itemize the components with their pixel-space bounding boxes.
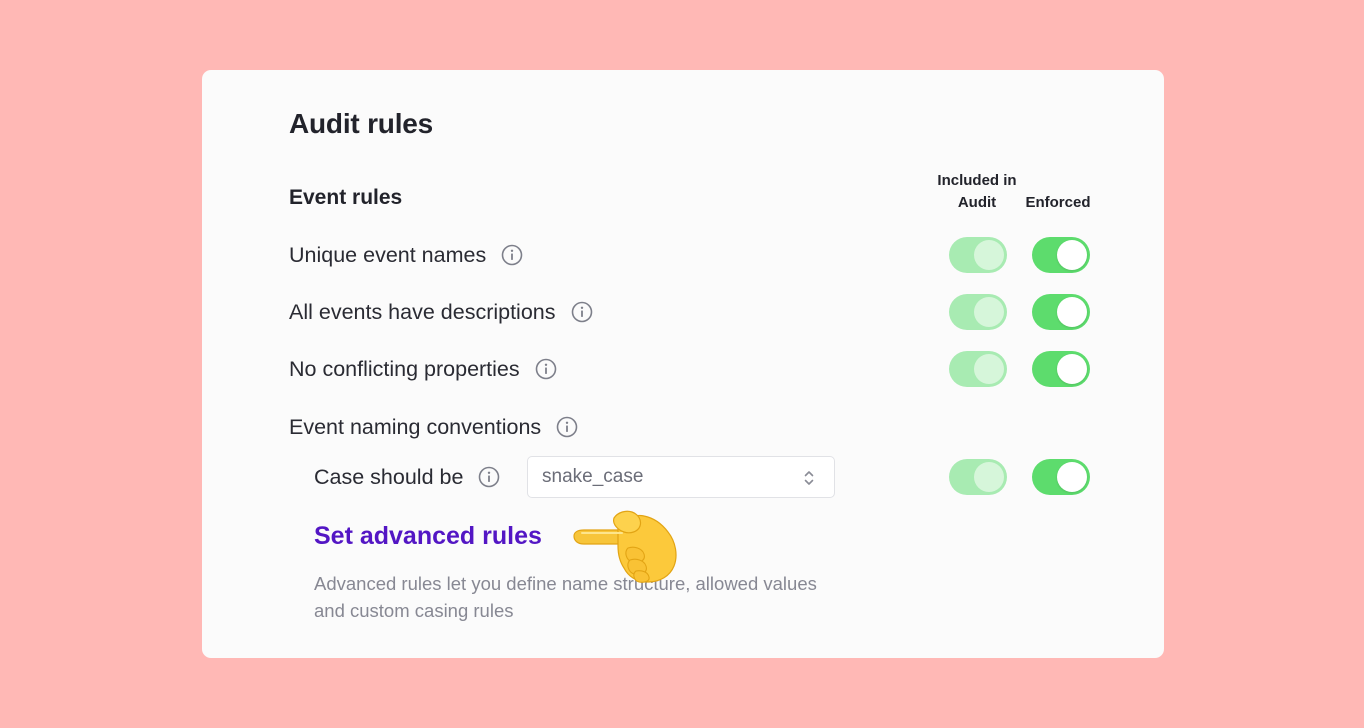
info-icon[interactable] xyxy=(478,466,500,488)
toggle-included-all-events-have-descriptions[interactable] xyxy=(949,294,1007,330)
section-title: Event rules xyxy=(289,186,403,209)
case-select[interactable]: snake_case xyxy=(527,456,835,498)
toggle-enforced-case-should-be[interactable] xyxy=(1032,459,1090,495)
column-header-included: Included in Audit xyxy=(937,172,1017,211)
page-title: Audit rules xyxy=(289,108,434,139)
set-advanced-rules-link[interactable]: Set advanced rules xyxy=(314,522,542,551)
info-icon[interactable] xyxy=(571,301,593,323)
info-icon[interactable] xyxy=(556,416,578,438)
case-select-value: snake_case xyxy=(542,466,644,487)
rule-row-unique-event-names: Unique event names xyxy=(289,238,523,272)
toggle-knob xyxy=(1057,462,1087,492)
rule-label: Event naming conventions xyxy=(289,414,542,439)
toggle-included-case-should-be[interactable] xyxy=(949,459,1007,495)
toggle-enforced-no-conflicting-properties[interactable] xyxy=(1032,351,1090,387)
rule-label: No conflicting properties xyxy=(289,356,520,381)
info-icon[interactable] xyxy=(535,358,557,380)
toggle-included-no-conflicting-properties[interactable] xyxy=(949,351,1007,387)
rule-label: Case should be xyxy=(314,464,464,489)
rule-row-no-conflicting-properties: No conflicting properties xyxy=(289,352,557,386)
toggle-knob xyxy=(974,354,1004,384)
toggle-knob xyxy=(1057,240,1087,270)
toggle-knob xyxy=(1057,297,1087,327)
info-icon[interactable] xyxy=(501,244,523,266)
audit-rules-card: Audit rules Event rules Included in Audi… xyxy=(202,70,1164,658)
rule-row-case-should-be: Case should be xyxy=(314,460,500,494)
chevron-up-down-icon xyxy=(802,469,816,492)
toggle-included-unique-event-names[interactable] xyxy=(949,237,1007,273)
toggle-enforced-unique-event-names[interactable] xyxy=(1032,237,1090,273)
rule-row-all-events-have-descriptions: All events have descriptions xyxy=(289,295,593,329)
toggle-knob xyxy=(1057,354,1087,384)
toggle-knob xyxy=(974,297,1004,327)
toggle-knob xyxy=(974,462,1004,492)
toggle-enforced-all-events-have-descriptions[interactable] xyxy=(1032,294,1090,330)
pointing-hand-icon xyxy=(573,510,677,583)
rule-row-event-naming-conventions: Event naming conventions xyxy=(289,410,578,444)
toggle-knob xyxy=(974,240,1004,270)
rule-label: All events have descriptions xyxy=(289,299,556,324)
rule-label: Unique event names xyxy=(289,242,487,267)
column-header-enforced: Enforced xyxy=(1025,194,1091,211)
